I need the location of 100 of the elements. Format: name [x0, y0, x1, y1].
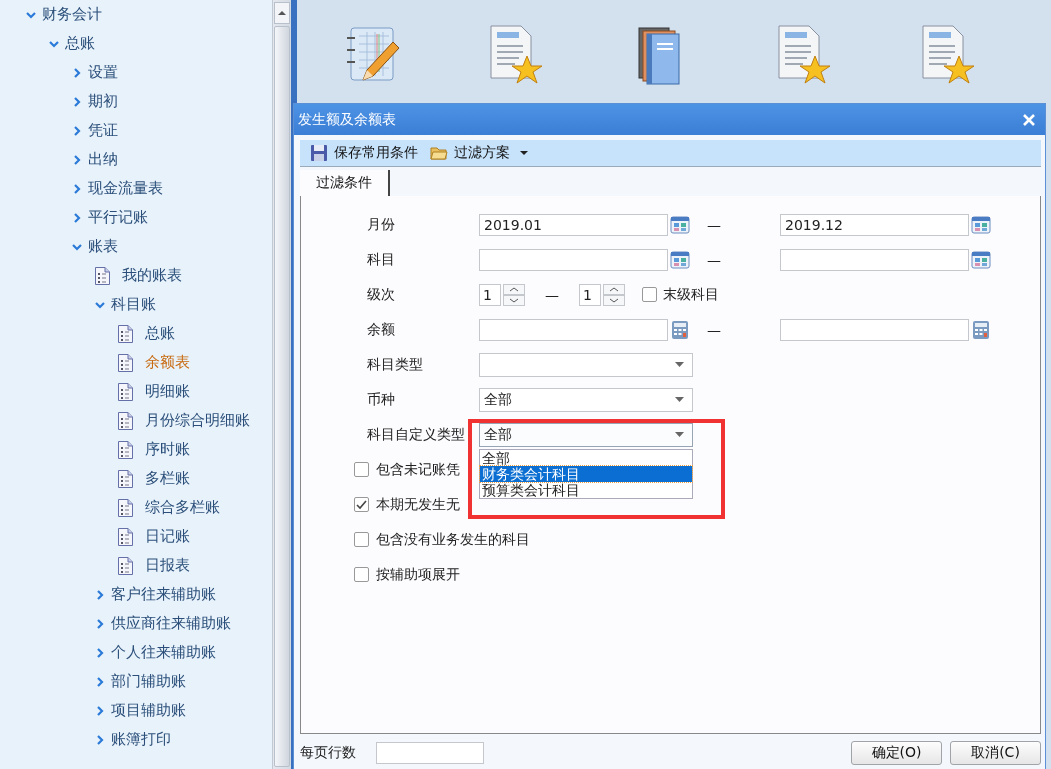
document-icon [118, 556, 133, 575]
document-icon [95, 266, 110, 285]
document-icon [118, 440, 133, 459]
tree-item[interactable]: 总账 [0, 29, 272, 58]
chevron-right-icon [95, 647, 105, 658]
tree-item[interactable]: 综合多栏账 [0, 493, 272, 522]
chevron-down-icon [49, 38, 59, 49]
scroll-up-button[interactable] [274, 2, 290, 24]
field-label: 月份 [367, 215, 396, 234]
input-field[interactable] [479, 248, 668, 271]
input-field[interactable]: 2019.01 [479, 213, 668, 236]
input-field[interactable] [376, 742, 484, 764]
dropdown-arrow-icon [675, 397, 684, 402]
number-field[interactable]: 1 [579, 283, 601, 306]
calendar-icon[interactable] [971, 214, 991, 235]
calculator-icon[interactable] [971, 319, 991, 340]
spinner-arrows-icon[interactable] [603, 283, 625, 306]
tree-item[interactable]: 平行记账 [0, 203, 272, 232]
chevron-right-icon [95, 734, 105, 745]
tree-item[interactable]: 序时账 [0, 435, 272, 464]
calendar-icon[interactable] [971, 249, 991, 270]
folder-icon [430, 144, 448, 162]
spinner-arrows-icon[interactable] [503, 283, 525, 306]
checkbox[interactable]: 包含没有业务发生的科目 [354, 522, 1040, 557]
range-dash: — [544, 286, 560, 303]
document-icon [118, 498, 133, 517]
tree-item[interactable]: 多栏账 [0, 464, 272, 493]
checkbox[interactable]: 末级科目 [642, 285, 719, 304]
save-conditions-button[interactable]: 保存常用条件 [306, 144, 422, 162]
number-field[interactable]: 1 [479, 283, 501, 306]
chevron-right-icon [72, 96, 82, 107]
chevron-right-icon [95, 618, 105, 629]
tree-item[interactable]: 设置 [0, 58, 272, 87]
dropdown-arrow-icon [675, 432, 684, 437]
input-field[interactable] [780, 318, 969, 341]
field-label: 级次 [367, 285, 396, 304]
tree-item[interactable]: 客户往来辅助账 [0, 580, 272, 609]
checkbox[interactable]: 按辅助项展开 [354, 557, 1040, 592]
chevron-right-icon [95, 589, 105, 600]
tree-item[interactable]: 总账 [0, 319, 272, 348]
document-icon [118, 411, 133, 430]
tree-item[interactable]: 个人往来辅助账 [0, 638, 272, 667]
tree-item[interactable]: 账簿打印 [0, 725, 272, 754]
tree-item[interactable]: 期初 [0, 87, 272, 116]
dropdown-option[interactable]: 财务类会计科目 [480, 465, 692, 482]
tree-item[interactable]: 财务会计 [0, 0, 272, 29]
document-icon [118, 382, 133, 401]
tab[interactable]: 过滤条件 [300, 170, 390, 196]
tree-item[interactable]: 出纳 [0, 145, 272, 174]
dropdown-arrow-icon [675, 362, 684, 367]
range-dash: — [706, 251, 722, 268]
dropdown[interactable]: 全部 [479, 387, 693, 412]
tree-item[interactable]: 我的账表 [0, 261, 272, 290]
chevron-right-icon [95, 676, 105, 687]
field-label: 科目类型 [367, 355, 424, 374]
calculator-icon[interactable] [670, 319, 690, 340]
tree-item[interactable]: 部门辅助账 [0, 667, 272, 696]
document-icon [118, 527, 133, 546]
tree-item[interactable]: 项目辅助账 [0, 696, 272, 725]
document-icon [118, 353, 133, 372]
filter-scheme-button[interactable]: 过滤方案 [426, 144, 532, 162]
tree-item[interactable]: 科目账 [0, 290, 272, 319]
field-label: 余额 [367, 320, 396, 339]
input-field[interactable]: 2019.12 [780, 213, 969, 236]
calendar-icon[interactable] [670, 249, 690, 270]
scrollbar-thumb[interactable] [274, 26, 290, 767]
chevron-down-icon [95, 299, 105, 310]
tree-item[interactable]: 日记账 [0, 522, 272, 551]
input-field[interactable] [479, 318, 668, 341]
tree-item[interactable]: 现金流量表 [0, 174, 272, 203]
tree-item[interactable]: 明细账 [0, 377, 272, 406]
calendar-icon[interactable] [670, 214, 690, 235]
range-dash: — [706, 216, 722, 233]
chevron-down-icon [26, 9, 36, 20]
dropdown[interactable]: 全部 [479, 422, 693, 447]
field-label: 科目自定义类型 [367, 425, 466, 444]
dropdown[interactable] [479, 352, 693, 377]
chevron-right-icon [72, 183, 82, 194]
chevron-right-icon [72, 125, 82, 136]
tree-item[interactable]: 账表 [0, 232, 272, 261]
range-dash: — [706, 321, 722, 338]
tree-item[interactable]: 月份综合明细账 [0, 406, 272, 435]
field-label: 每页行数 [300, 744, 357, 762]
close-icon[interactable] [1023, 113, 1035, 126]
document-icon [118, 469, 133, 488]
tree-item[interactable]: 供应商往来辅助账 [0, 609, 272, 638]
document-icon [118, 324, 133, 343]
tree-item[interactable]: 日报表 [0, 551, 272, 580]
input-field[interactable] [780, 248, 969, 271]
tree-item[interactable]: 凭证 [0, 116, 272, 145]
chevron-down-icon [72, 241, 82, 252]
dialog-button[interactable]: 取消(C) [950, 741, 1041, 765]
chevron-right-icon [72, 212, 82, 223]
dropdown-option[interactable]: 预算类会计科目 [480, 481, 692, 498]
chevron-right-icon [72, 154, 82, 165]
dialog-button[interactable]: 确定(O) [851, 741, 942, 765]
dialog-title: 发生额及余额表 [298, 110, 396, 129]
chevron-right-icon [95, 705, 105, 716]
dropdown-option[interactable]: 全部 [480, 449, 692, 466]
check-icon [355, 498, 368, 511]
